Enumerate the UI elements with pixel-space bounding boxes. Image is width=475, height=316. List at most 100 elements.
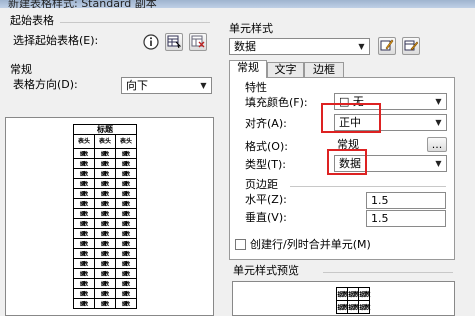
select-start-table-label: 选择起始表格(E): (13, 34, 99, 47)
preview-data-cell: 数据 (73, 298, 95, 309)
preview-data-cell: 数据 (73, 248, 95, 259)
preview-data-cell: 数据 (115, 168, 137, 179)
preview-data-cell: 数据 (73, 158, 95, 169)
type-highlight (327, 149, 367, 175)
preview-data-cell: 数据 (73, 168, 95, 179)
preview-data-cell: 数据 (115, 208, 137, 219)
margins-divider (290, 186, 446, 187)
preview-data-cell: 数据 (94, 188, 116, 199)
manage-cell-styles-button[interactable] (402, 37, 420, 55)
cell-style-preview-cell: 数据 (347, 287, 359, 301)
vertical-margin-label: 垂直(V): (245, 211, 287, 224)
preview-data-cell: 数据 (73, 228, 95, 239)
preview-header-cell: 表头 (73, 134, 95, 149)
preview-data-cell: 数据 (115, 178, 137, 189)
cell-style-preview-divider (323, 272, 453, 273)
preview-data-cell: 数据 (94, 288, 116, 299)
select-table-button[interactable] (165, 33, 183, 51)
tab-border[interactable]: 边框 (304, 62, 344, 77)
fill-color-label: 填充颜色(F): (245, 96, 308, 109)
horizontal-margin-value: 1.5 (371, 194, 389, 207)
chevron-down-icon: ▼ (200, 81, 207, 90)
format-browse-label: ... (431, 137, 443, 151)
preview-data-cell: 数据 (115, 188, 137, 199)
table-direction-label: 表格方向(D): (13, 78, 78, 91)
preview-data-cell: 数据 (73, 208, 95, 219)
preview-data-cell: 数据 (94, 268, 116, 279)
preview-data-cell: 数据 (115, 198, 137, 209)
alignment-label: 对齐(A): (245, 117, 287, 130)
vertical-margin-field[interactable]: 1.5 (366, 210, 446, 227)
merge-cells-checkbox[interactable] (235, 239, 246, 250)
start-table-divider (60, 22, 210, 23)
preview-data-cell: 数据 (73, 178, 95, 189)
cell-style-preview-cell: 数据 (358, 300, 370, 314)
general-heading: 常规 (10, 63, 32, 76)
preview-data-cell: 数据 (115, 258, 137, 269)
preview-data-cell: 数据 (115, 298, 137, 309)
preview-data-cell: 数据 (94, 278, 116, 289)
preview-data-cell: 数据 (73, 258, 95, 269)
horizontal-margin-field[interactable]: 1.5 (366, 192, 446, 209)
cell-style-preview-heading: 单元样式预览 (233, 264, 299, 277)
preview-data-cell: 数据 (94, 238, 116, 249)
preview-data-cell: 数据 (115, 268, 137, 279)
preview-data-cell: 数据 (94, 178, 116, 189)
preview-data-cell: 数据 (94, 168, 116, 179)
start-table-heading: 起始表格 (10, 14, 54, 27)
remove-table-button[interactable] (189, 33, 207, 51)
select-table-icon (167, 34, 182, 51)
cell-style-value: 数据 (234, 40, 256, 53)
preview-data-cell: 数据 (115, 288, 137, 299)
preview-data-cell: 数据 (115, 228, 137, 239)
preview-data-cell: 数据 (73, 238, 95, 249)
preview-data-cell: 数据 (94, 298, 116, 309)
merge-cells-label: 创建行/列时合并单元(M) (250, 238, 371, 251)
type-label: 类型(T): (245, 158, 287, 171)
preview-data-cell: 数据 (115, 238, 137, 249)
preview-data-cell: 数据 (73, 268, 95, 279)
remove-table-icon (191, 34, 205, 51)
preview-data-cell: 数据 (94, 208, 116, 219)
vertical-margin-value: 1.5 (371, 212, 389, 225)
cell-style-preview-cell: 数据 (336, 300, 348, 314)
preview-header-cell: 表头 (115, 134, 137, 149)
horizontal-margin-label: 水平(Z): (245, 193, 287, 206)
new-cell-style-icon (380, 38, 394, 55)
table-direction-select[interactable]: 向下 ▼ (121, 77, 212, 94)
format-browse-button[interactable]: ... (427, 137, 447, 152)
preview-data-cell: 数据 (115, 278, 137, 289)
preview-data-cell: 数据 (115, 158, 137, 169)
tab-general-label: 常规 (237, 61, 259, 74)
cell-style-preview-cell: 数据 (358, 287, 370, 301)
manage-cell-styles-icon (404, 38, 419, 55)
new-cell-style-button[interactable] (378, 37, 396, 55)
preview-data-cell: 数据 (94, 228, 116, 239)
cell-style-preview: 数据 数据 数据 数据 数据 数据 (232, 281, 455, 316)
preview-data-cell: 数据 (115, 148, 137, 159)
tab-text[interactable]: 文字 (267, 62, 304, 77)
preview-header-cell: 表头 (94, 134, 116, 149)
window-titlebar: 新建表格样式: Standard 副本 (0, 0, 475, 8)
cell-style-preview-table: 数据 数据 数据 数据 数据 数据 (336, 287, 370, 314)
preview-data-cell: 数据 (115, 218, 137, 229)
preview-data-cell: 数据 (73, 148, 95, 159)
preview-data-cell: 数据 (73, 218, 95, 229)
preview-title-cell: 标题 (73, 124, 137, 135)
window-title: 新建表格样式: Standard 副本 (8, 0, 157, 8)
chevron-down-icon: ▼ (358, 42, 365, 51)
preview-data-cell: 数据 (94, 148, 116, 159)
info-icon[interactable] (143, 34, 159, 50)
cell-style-heading: 单元样式 (229, 22, 273, 35)
preview-data-cell: 数据 (94, 248, 116, 259)
cell-style-preview-cell: 数据 (347, 300, 359, 314)
alignment-highlight (321, 103, 381, 133)
cell-style-preview-cell: 数据 (336, 287, 348, 301)
properties-heading: 特性 (245, 81, 267, 94)
chevron-down-icon: ▼ (435, 159, 442, 168)
chevron-down-icon: ▼ (435, 118, 442, 127)
cell-style-select[interactable]: 数据 ▼ (229, 38, 370, 55)
tab-general[interactable]: 常规 (229, 60, 267, 78)
preview-data-cell: 数据 (94, 258, 116, 269)
table-preview: 标题 表头 表头 表头 数据 数据 数据 数据 数据 数据 数据 数据 数据 数据 数据 数据 数据 数据 数据 数据… (5, 117, 214, 316)
